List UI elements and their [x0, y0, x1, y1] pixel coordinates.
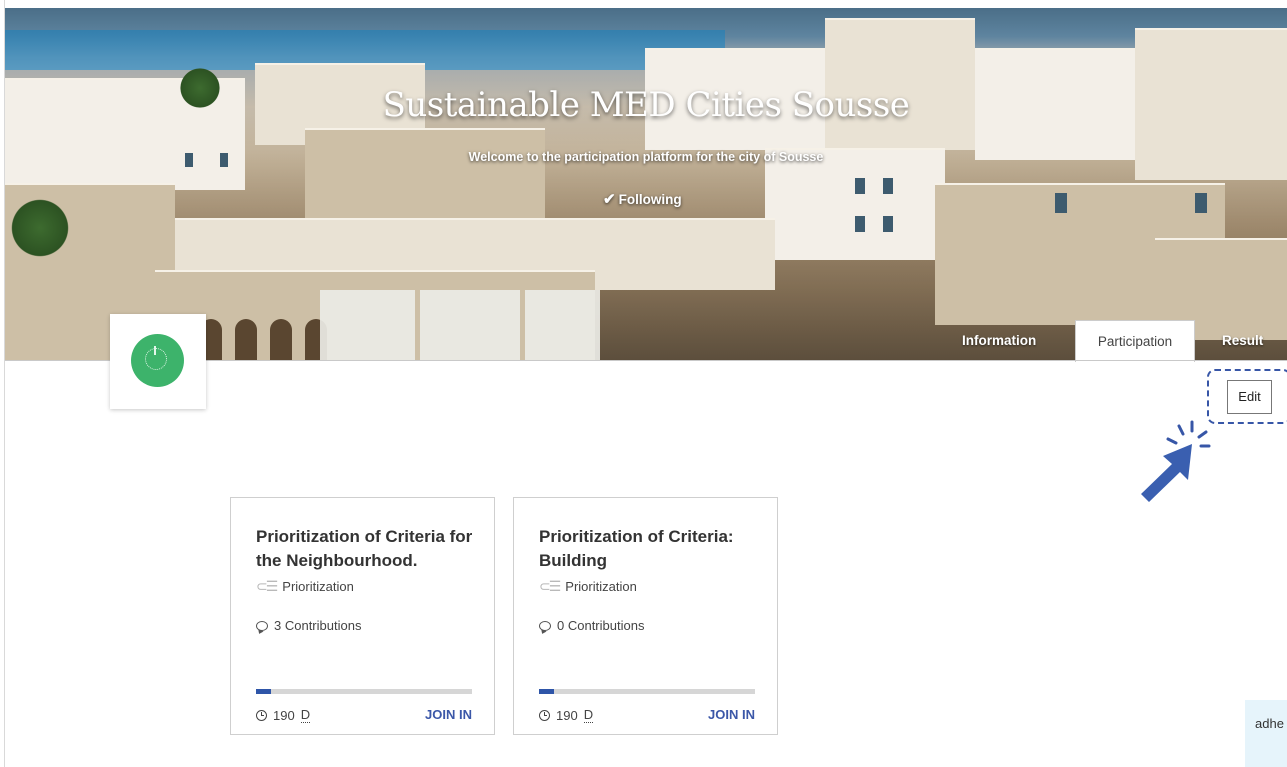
- participation-card[interactable]: Prioritization of Criteria: Building ⊂☰ …: [513, 497, 778, 735]
- time-unit: D: [583, 707, 594, 723]
- card-contributions: 0 Contributions: [539, 618, 644, 633]
- participation-card[interactable]: Prioritization of Criteria for the Neigh…: [230, 497, 495, 735]
- card-title[interactable]: Prioritization of Criteria for the Neigh…: [256, 525, 481, 573]
- following-button[interactable]: ✔ Following: [603, 190, 682, 208]
- power-icon: [145, 346, 167, 370]
- time-unit: D: [300, 707, 311, 723]
- join-in-link[interactable]: JOIN IN: [708, 707, 755, 722]
- project-logo: [110, 314, 206, 409]
- card-contributions: 3 Contributions: [256, 618, 361, 633]
- card-type-label: Prioritization: [282, 579, 354, 594]
- page-title: Sustainable MED Cities Sousse: [382, 85, 910, 125]
- clock-icon: [539, 709, 550, 721]
- card-type: ⊂☰ Prioritization: [539, 578, 637, 595]
- card-time-remaining: 190 D: [539, 707, 594, 723]
- progress-bar: [539, 689, 755, 694]
- prioritization-icon: ⊂☰: [539, 578, 561, 594]
- contributions-label: 3 Contributions: [274, 618, 362, 633]
- hint-text: adhe: [1255, 716, 1284, 731]
- tab-participation[interactable]: Participation: [1075, 320, 1195, 362]
- comment-icon: [256, 620, 268, 631]
- time-value: 190: [556, 707, 578, 723]
- edit-button[interactable]: Edit: [1227, 380, 1272, 414]
- logo-circle: [131, 334, 184, 387]
- time-value: 190: [273, 707, 295, 723]
- card-type: ⊂☰ Prioritization: [256, 578, 354, 595]
- comment-icon: [539, 620, 551, 631]
- join-in-link[interactable]: JOIN IN: [425, 707, 472, 722]
- progress-fill: [539, 689, 555, 694]
- card-type-label: Prioritization: [565, 579, 637, 594]
- hero-banner: Sustainable MED Cities Sousse Welcome to…: [5, 8, 1287, 361]
- clock-icon: [256, 709, 267, 721]
- card-title[interactable]: Prioritization of Criteria: Building: [539, 525, 764, 573]
- click-pointer-icon: [1141, 420, 1211, 502]
- page-subtitle: Welcome to the participation platform fo…: [468, 150, 824, 164]
- hero-photo: [5, 8, 1287, 361]
- contributions-label: 0 Contributions: [557, 618, 645, 633]
- progress-fill: [256, 689, 272, 694]
- tab-result[interactable]: Result: [1222, 326, 1263, 360]
- side-hint-panel[interactable]: adhe: [1245, 700, 1287, 767]
- tab-information[interactable]: Information: [962, 326, 1036, 360]
- checkmark-icon: ✔: [603, 191, 616, 208]
- card-time-remaining: 190 D: [256, 707, 311, 723]
- following-label: Following: [618, 192, 682, 207]
- progress-bar: [256, 689, 472, 694]
- prioritization-icon: ⊂☰: [256, 578, 278, 594]
